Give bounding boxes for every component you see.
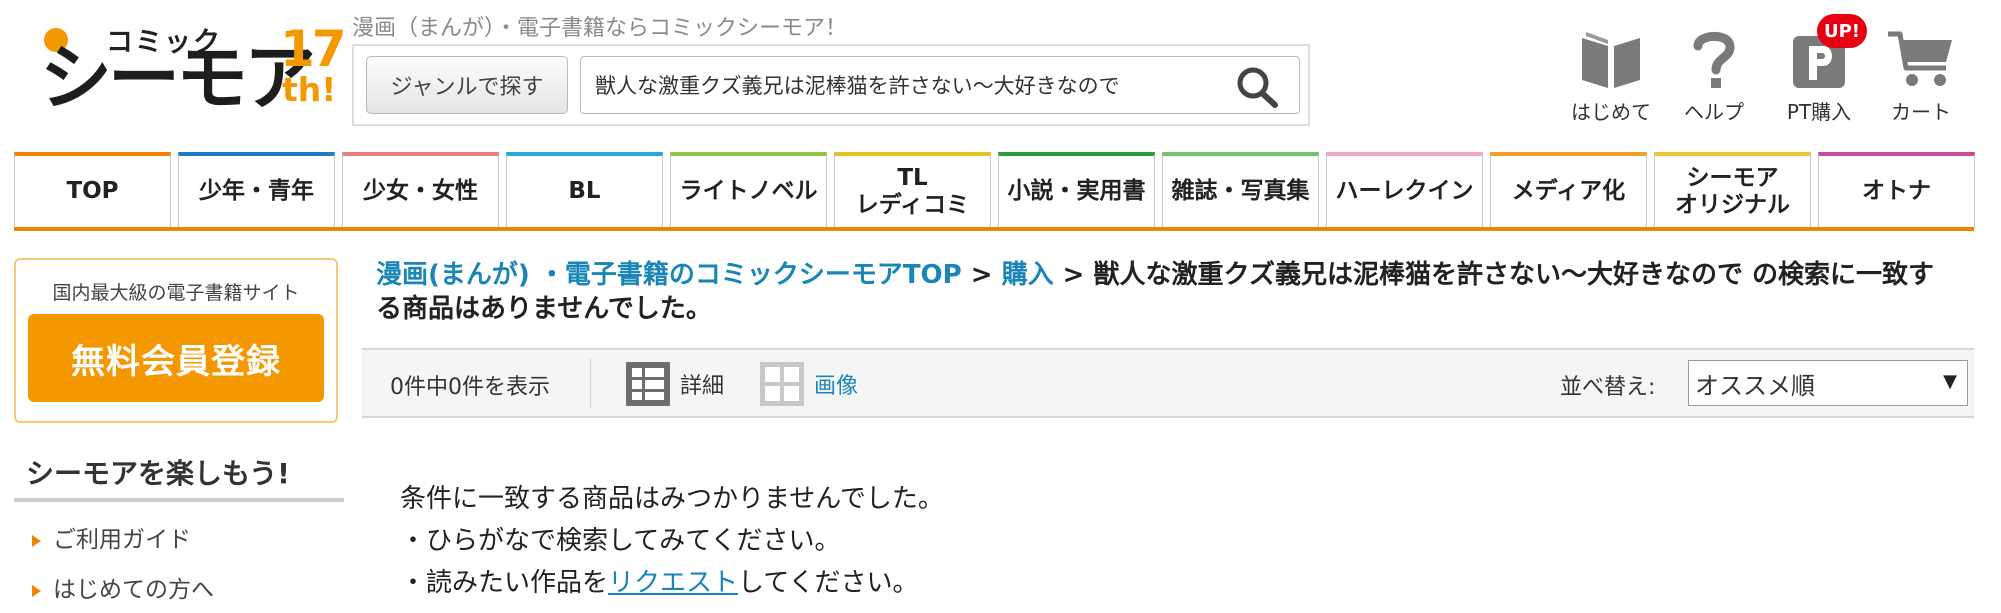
register-box: 国内最大級の電子書籍サイト 無料会員登録 <box>14 258 338 423</box>
search-icon[interactable] <box>1234 64 1280 108</box>
tab-magazine-photobook[interactable]: 雑誌・写真集 <box>1162 152 1319 228</box>
toolbar-divider <box>590 358 591 408</box>
search-bar: ジャンルで探す <box>352 44 1310 126</box>
breadcrumb-home-link[interactable]: 漫画(まんが) ・電子書籍のコミックシーモアTOP <box>376 260 962 290</box>
header-points-label: PT購入 <box>1786 100 1852 124</box>
view-image-label: 画像 <box>814 374 859 399</box>
tab-tl-ladies-comic[interactable]: TL レディコミ <box>834 152 991 228</box>
header-first-time-button[interactable]: はじめて <box>1566 28 1656 128</box>
tab-bl[interactable]: BL <box>506 152 663 228</box>
triangle-bullet-icon <box>32 584 41 597</box>
request-link[interactable]: リクエスト <box>608 568 738 598</box>
logo-anniversary-number: 17 <box>280 20 347 78</box>
tab-shojo-josei[interactable]: 少女・女性 <box>342 152 499 228</box>
tab-light-novel[interactable]: ライトノベル <box>670 152 827 228</box>
site-logo[interactable]: コミック シーモア 17 th! <box>36 20 347 120</box>
tab-novel-practical[interactable]: 小説・実用書 <box>998 152 1155 228</box>
tab-top[interactable]: TOP <box>14 152 171 228</box>
hint-request-pre: ・読みたい作品を <box>400 568 609 598</box>
tab-media[interactable]: メディア化 <box>1490 152 1647 228</box>
sidebar-link-guide[interactable]: ご利用ガイド <box>32 520 191 554</box>
logo-main-text: シーモア <box>40 36 316 120</box>
header-help-label: ヘルプ <box>1684 100 1744 124</box>
sort-label: 並べ替え: <box>1560 375 1656 400</box>
nav-accent-line <box>14 227 1974 231</box>
dropdown-caret-icon: ▼ <box>1943 371 1957 392</box>
tab-shonen-seinen[interactable]: 少年・青年 <box>178 152 335 228</box>
view-detail-button[interactable]: 詳細 <box>626 362 724 406</box>
sort-selected-value: オススメ順 <box>1695 371 1815 400</box>
triangle-bullet-icon <box>32 534 41 547</box>
view-detail-label: 詳細 <box>680 374 725 399</box>
logo-anniversary-suffix: th! <box>282 70 337 109</box>
up-badge: UP! <box>1817 14 1867 48</box>
view-image-button[interactable]: 画像 <box>760 362 858 406</box>
sidebar-link-guide-label: ご利用ガイド <box>53 527 191 553</box>
tab-adult[interactable]: オトナ <box>1818 152 1975 228</box>
breadcrumb-separator: > <box>1053 260 1094 290</box>
result-toolbar: 0件中0件を表示 詳細 画像 並べ替え: オススメ順 ▼ <box>362 348 1974 418</box>
header-cart-button[interactable]: カート <box>1876 28 1966 128</box>
hint-request-post: してください。 <box>738 568 919 598</box>
header-cart-label: カート <box>1891 100 1951 124</box>
free-register-button[interactable]: 無料会員登録 <box>28 314 324 402</box>
register-caption: 国内最大級の電子書籍サイト <box>52 282 300 304</box>
list-view-icon <box>626 362 670 406</box>
genre-search-button[interactable]: ジャンルで探す <box>366 56 568 114</box>
book-icon <box>1582 32 1640 88</box>
tab-harlequin[interactable]: ハーレクイン <box>1326 152 1483 228</box>
question-icon <box>1693 31 1735 88</box>
header-first-time-label: はじめて <box>1571 100 1651 124</box>
grid-view-icon <box>760 362 804 406</box>
sidebar-link-beginners[interactable]: はじめての方へ <box>32 570 214 604</box>
sidebar-link-beginners-label: はじめての方へ <box>53 577 214 603</box>
breadcrumb-separator: > <box>961 260 1002 290</box>
breadcrumb-purchase-link[interactable]: 購入 <box>1002 260 1054 290</box>
no-result-message: 条件に一致する商品はみつかりませんでした。 <box>400 484 944 514</box>
sidebar-divider <box>14 498 344 502</box>
breadcrumb: 漫画(まんが) ・電子書籍のコミックシーモアTOP > 購入 > 獣人な激重クズ… <box>376 258 1956 326</box>
tab-cmoa-original[interactable]: シーモア オリジナル <box>1654 152 1811 228</box>
result-count: 0件中0件を表示 <box>390 375 550 400</box>
search-input[interactable] <box>580 56 1300 114</box>
site-tagline: 漫画（まんが）・電子書籍ならコミックシーモア！ <box>352 16 848 41</box>
header-help-button[interactable]: ヘルプ <box>1669 28 1759 128</box>
hint-request: ・読みたい作品をリクエストしてください。 <box>400 562 918 599</box>
sidebar-enjoy-title: シーモアを楽しもう! <box>26 457 290 490</box>
hint-hiragana: ・ひらがなで検索してみてください。 <box>400 526 841 556</box>
cart-icon <box>1888 31 1952 86</box>
sort-select[interactable]: オススメ順 ▼ <box>1688 360 1968 406</box>
